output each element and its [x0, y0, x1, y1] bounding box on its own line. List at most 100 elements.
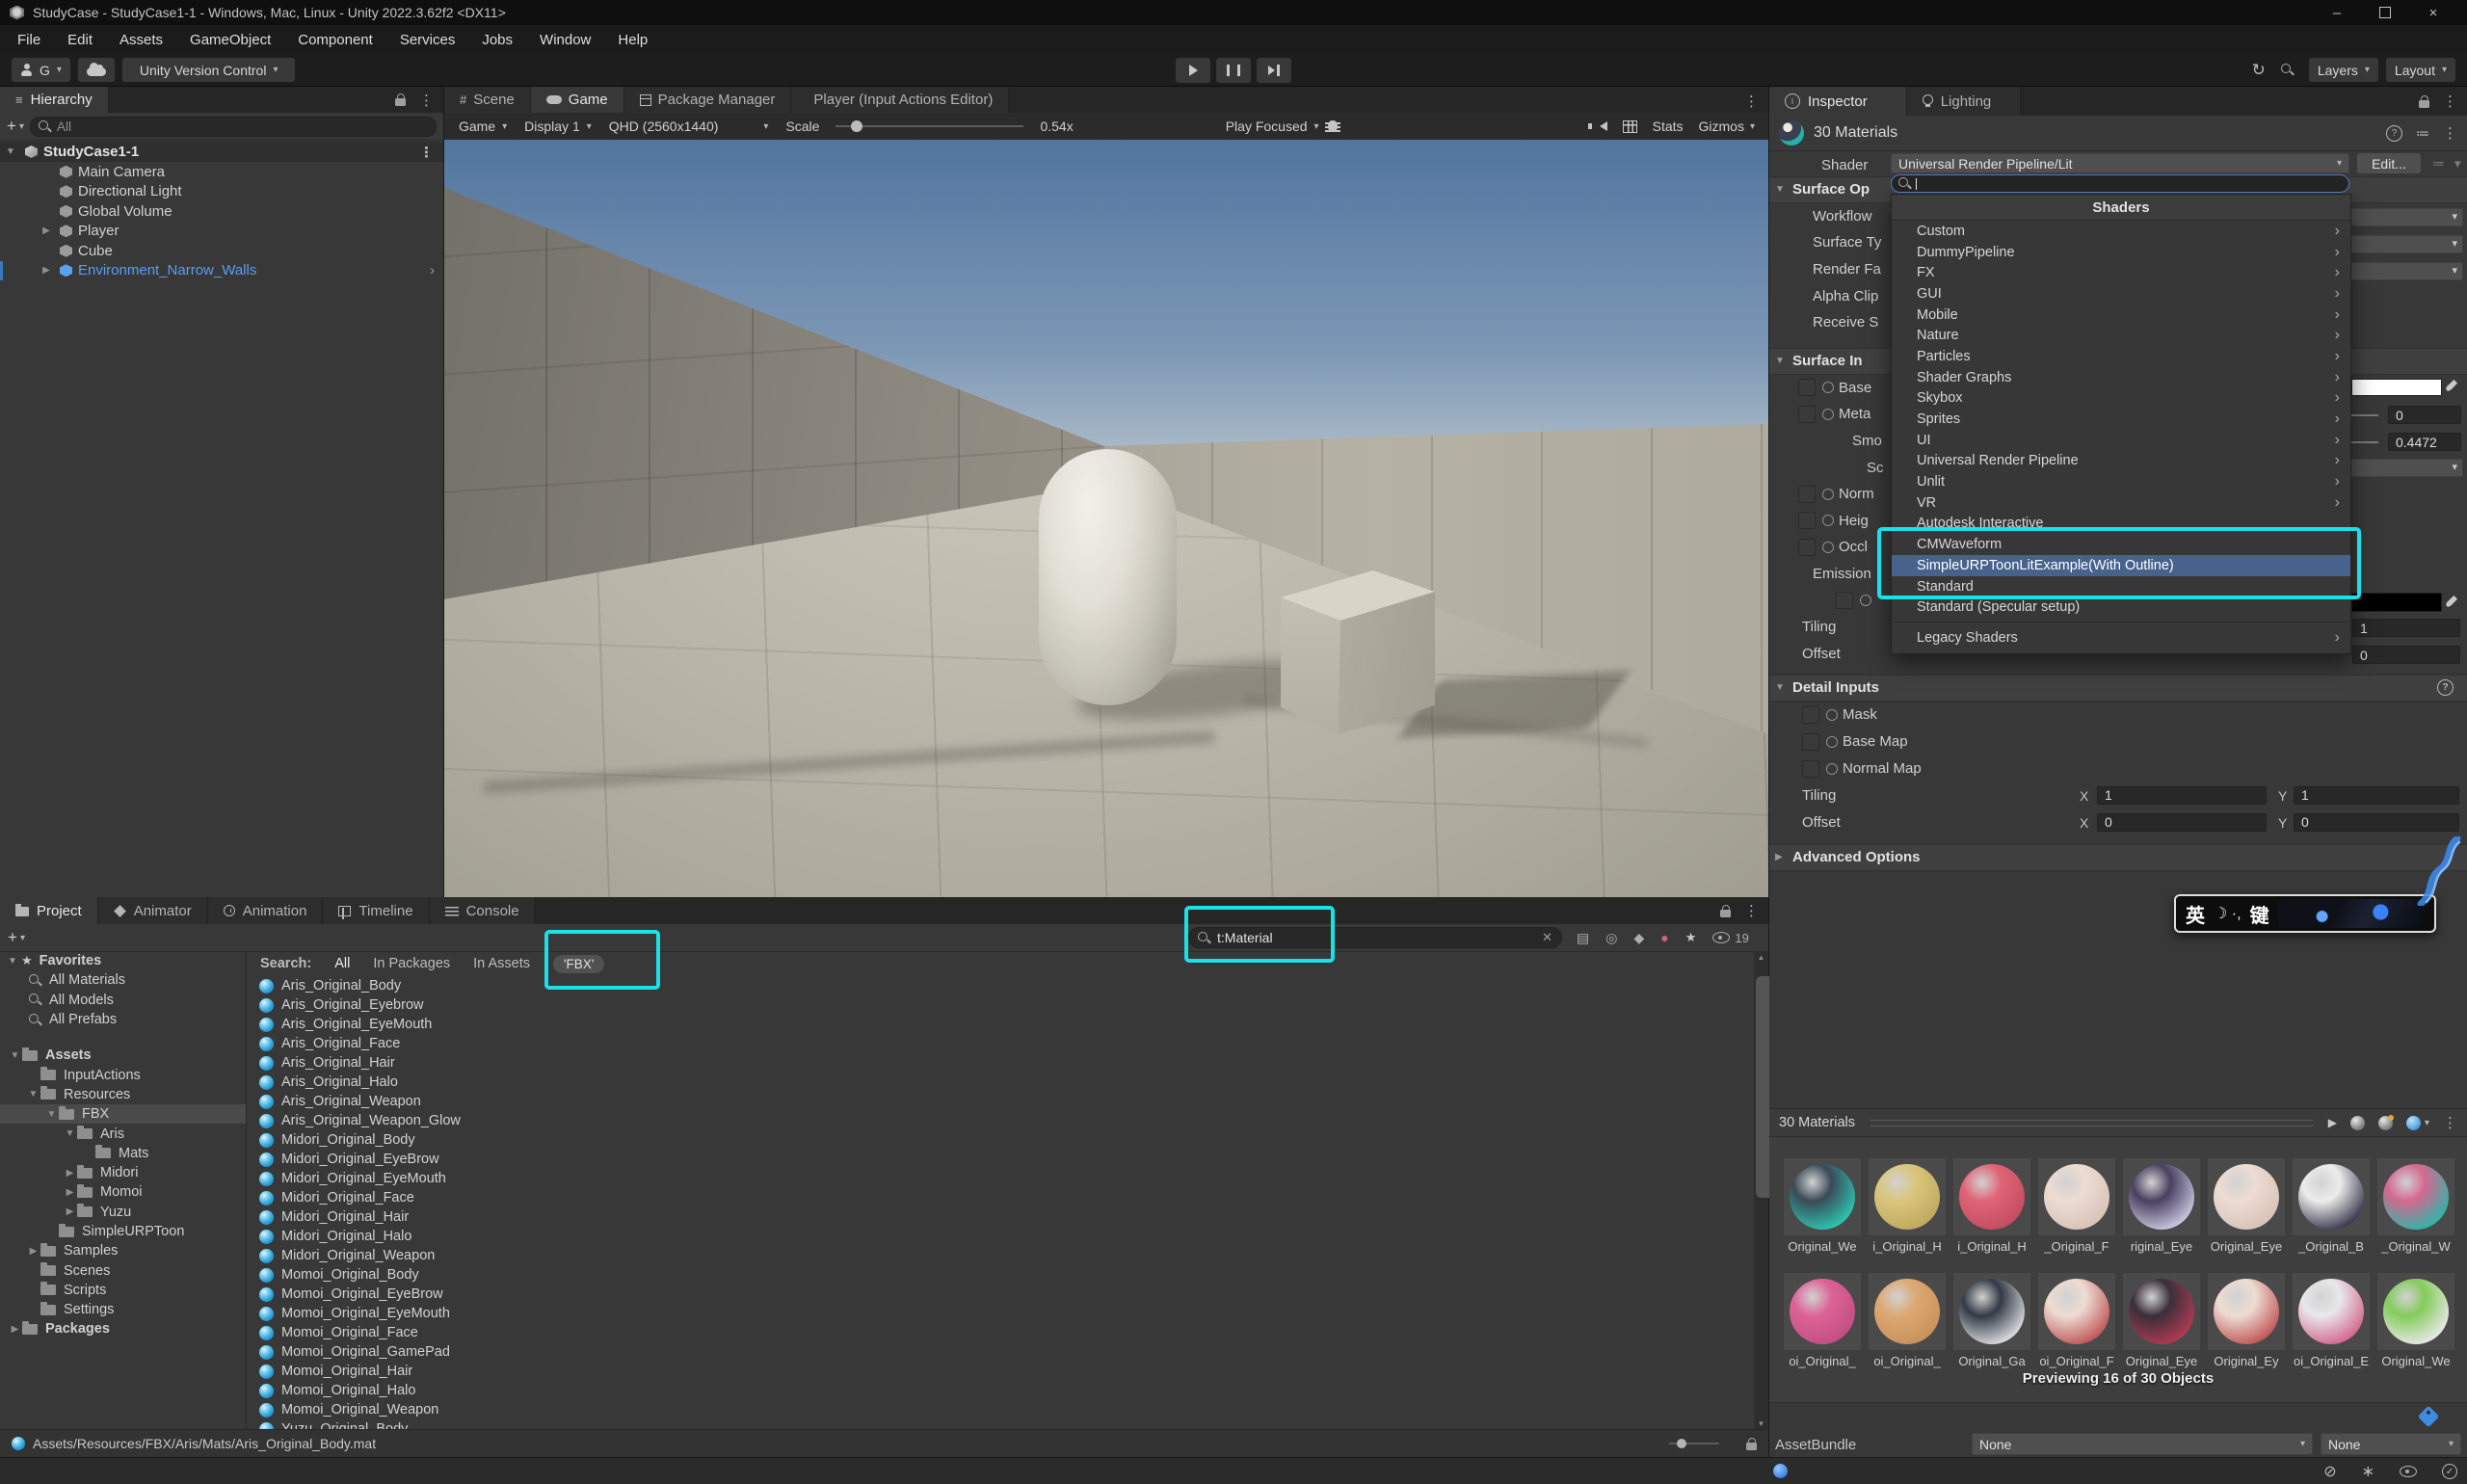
asset-row[interactable]: Aris_Original_EyeMouth [247, 1015, 1754, 1034]
folder-row[interactable]: Midori [0, 1163, 246, 1182]
folder-row[interactable]: Scenes [0, 1260, 246, 1280]
view-tab[interactable]: Game [531, 87, 624, 113]
menu-item[interactable]: Edit [54, 25, 106, 54]
collab-icon[interactable]: ∗ [2362, 1462, 2374, 1481]
scope-in-assets[interactable]: In Assets [473, 956, 530, 971]
shader-menu-item[interactable]: UI [1892, 430, 2350, 451]
tab-inspector[interactable]: i Inspector [1769, 87, 1907, 116]
favorites-item[interactable]: All Models [0, 991, 246, 1010]
ime-mode[interactable]: 英 [2186, 900, 2205, 928]
shader-search-input[interactable] [1891, 174, 2349, 193]
asset-row[interactable]: Midori_Original_EyeBrow [247, 1150, 1754, 1169]
bottom-tab[interactable]: Animation [208, 897, 324, 924]
preview-header[interactable]: 30 Materials ▶ ▾ ⋮ [1769, 1108, 2467, 1137]
scroll-up-icon[interactable]: ▲ [1754, 953, 1768, 962]
layout-dropdown[interactable]: Layout▾ [2386, 58, 2455, 82]
mute-audio-icon[interactable] [1600, 121, 1607, 131]
assetbundle-variant-dropdown[interactable]: None▾ [2321, 1433, 2461, 1455]
more-menu-icon[interactable]: ⋮ [1744, 93, 1759, 110]
more-menu-icon[interactable]: ⋮ [419, 144, 434, 161]
texture-slot[interactable] [1836, 592, 1853, 609]
thumbnail-size-slider[interactable] [1669, 1443, 1719, 1444]
ime-keyboard[interactable]: 键 [2250, 900, 2269, 928]
shader-menu-item[interactable]: Shader Graphs [1892, 367, 2350, 388]
inspector-property-row[interactable]: Base Map [1769, 729, 2467, 755]
asset-row[interactable]: Midori_Original_Body [247, 1130, 1754, 1150]
offset-x-field[interactable]: 0 [2352, 646, 2460, 664]
material-thumbnail[interactable]: Original_Eye [2208, 1158, 2285, 1254]
project-search-input[interactable]: t:Material ✕ [1188, 927, 1562, 948]
shader-menu-item[interactable]: FX [1892, 262, 2350, 283]
folder-row[interactable]: Assets [0, 1046, 246, 1065]
folder-row[interactable]: Packages [0, 1319, 246, 1338]
undo-history-icon[interactable]: ↻ [2252, 61, 2266, 80]
add-gameobject-button[interactable]: +▾ [7, 117, 24, 136]
asset-row[interactable]: Momoi_Original_Weapon [247, 1400, 1754, 1419]
shader-menu-item[interactable]: Custom [1892, 221, 2350, 242]
asset-row[interactable]: Aris_Original_Weapon_Glow [247, 1111, 1754, 1130]
search-type-icon[interactable]: ◎ [1605, 930, 1617, 946]
play-button[interactable] [1176, 58, 1210, 83]
texture-slot[interactable] [1798, 406, 1816, 423]
inspector-property-row[interactable]: Normal Map [1769, 755, 2467, 782]
gizmos-dropdown[interactable]: Gizmos▾ [1699, 119, 1755, 134]
asset-row[interactable]: Midori_Original_Halo [247, 1227, 1754, 1246]
more-menu-icon[interactable]: ⋮ [2443, 124, 2457, 142]
folder-row[interactable]: Settings [0, 1300, 246, 1319]
folder-row[interactable]: SimpleURPToon [0, 1222, 246, 1241]
shader-menu-item[interactable]: Mobile [1892, 305, 2350, 326]
render-face-dropdown[interactable] [2349, 262, 2463, 280]
favorites-item[interactable]: All Materials [0, 970, 246, 990]
layers-dropdown[interactable]: Layers▾ [2309, 58, 2378, 82]
add-asset-button[interactable]: +▾ [8, 928, 25, 947]
save-search-icon[interactable]: ▤ [1577, 930, 1589, 946]
texture-slot[interactable] [1798, 539, 1816, 556]
asset-row[interactable]: Aris_Original_Weapon [247, 1092, 1754, 1111]
material-thumbnail[interactable]: oi_Original_ [1869, 1273, 1946, 1368]
favorite-star-icon[interactable]: ★ [1685, 930, 1697, 945]
asset-row[interactable]: Aris_Original_Body [247, 976, 1754, 995]
search-info-icon[interactable]: ● [1660, 930, 1668, 945]
asset-row[interactable]: Momoi_Original_EyeMouth [247, 1304, 1754, 1323]
foldout-arrow-icon[interactable] [26, 1246, 40, 1257]
foldout-arrow-icon[interactable] [6, 146, 19, 157]
material-thumbnail[interactable]: oi_Original_E [2293, 1273, 2370, 1368]
material-thumbnail[interactable]: Original_We [1784, 1158, 1861, 1254]
material-thumbnail[interactable]: _Original_F [2038, 1158, 2115, 1254]
material-thumbnail[interactable]: i_Original_H [1953, 1158, 2030, 1254]
stats-toggle[interactable]: Stats [1653, 119, 1684, 134]
view-tab[interactable]: Package Manager [624, 87, 792, 113]
shader-menu-item[interactable]: GUI [1892, 283, 2350, 305]
presets-icon[interactable]: ≔ [2416, 125, 2429, 142]
shader-menu-item[interactable]: Nature [1892, 325, 2350, 346]
cache-ok-icon[interactable]: ✓ [2442, 1464, 2457, 1479]
menu-item[interactable]: GameObject [176, 25, 284, 54]
asset-row[interactable]: Midori_Original_Hair [247, 1207, 1754, 1227]
maximize-button[interactable] [2361, 0, 2409, 25]
metallic-value-field[interactable]: 0 [2388, 406, 2461, 424]
detail-tiling-x-field[interactable]: 1 [2097, 786, 2267, 805]
hierarchy-item[interactable]: Environment_Narrow_Walls [0, 261, 443, 281]
shader-menu-item[interactable]: VR [1892, 492, 2350, 514]
shader-dropdown[interactable]: Universal Render Pipeline/Lit ▾ [1891, 153, 2349, 173]
lock-icon[interactable] [1720, 910, 1731, 917]
asset-row[interactable]: Momoi_Original_GamePad [247, 1342, 1754, 1362]
lock-icon[interactable] [1746, 1443, 1757, 1450]
version-control-button[interactable]: Unity Version Control ▾ [122, 58, 296, 82]
folder-row[interactable]: InputActions [0, 1065, 246, 1084]
asset-row[interactable]: Momoi_Original_Body [247, 1265, 1754, 1285]
foldout-arrow-icon[interactable] [63, 1187, 77, 1198]
frame-debugger-icon[interactable] [1328, 120, 1338, 132]
tab-hierarchy[interactable]: ≡ Hierarchy [0, 87, 109, 113]
bottom-tab[interactable]: Animator [98, 897, 208, 924]
search-label-icon[interactable]: ◆ [1633, 930, 1644, 946]
hierarchy-item[interactable]: Main Camera [0, 162, 443, 182]
edit-shader-button[interactable]: Edit... [2357, 153, 2421, 173]
material-thumbnail[interactable]: Original_Ga [1953, 1273, 2030, 1368]
asset-row[interactable]: Midori_Original_EyeMouth [247, 1169, 1754, 1188]
foldout-arrow-icon[interactable] [63, 1168, 77, 1179]
asset-row[interactable]: Midori_Original_Face [247, 1188, 1754, 1207]
material-thumbnail[interactable]: Original_Eye [2123, 1273, 2200, 1368]
smoothness-value-field[interactable]: 0.4472 [2388, 433, 2461, 451]
foldout-arrow-icon[interactable] [8, 956, 21, 967]
